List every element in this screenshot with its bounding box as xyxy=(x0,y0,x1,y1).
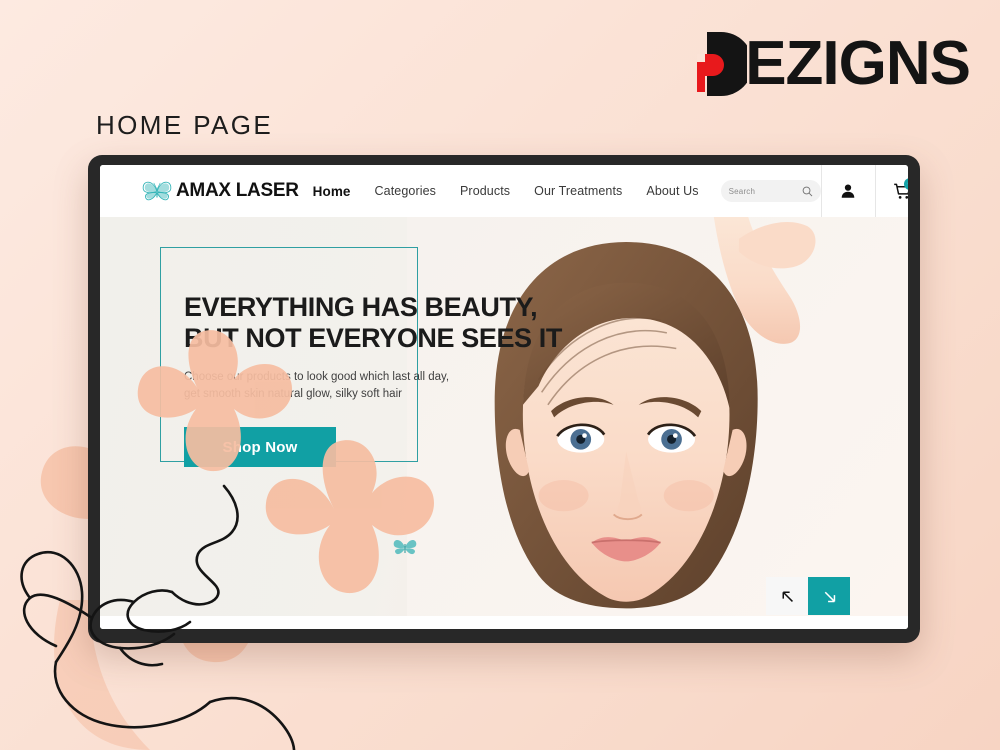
nav-link-about-us[interactable]: About Us xyxy=(646,184,698,198)
nav-link-home[interactable]: Home xyxy=(313,184,351,199)
arrow-down-right-icon xyxy=(824,591,835,602)
account-icon xyxy=(841,184,855,198)
shop-now-button[interactable]: Shop Now xyxy=(184,427,336,468)
hero-title-line-1: EVERYTHING HAS BEAUTY, xyxy=(184,292,538,322)
carousel-prev-button[interactable] xyxy=(766,577,808,615)
hero-subtitle-line-1: Choose our products to look good which l… xyxy=(184,370,426,383)
website-screen: AMAX LASER Home Categories Products Our … xyxy=(100,165,908,629)
nav-link-categories[interactable]: Categories xyxy=(375,184,436,198)
carousel-next-button[interactable] xyxy=(808,577,850,615)
hero-title-line-2: BUT NOT EVERYONE SEES IT xyxy=(184,323,562,354)
account-button[interactable] xyxy=(820,165,875,217)
site-logo-text: AMAX LASER xyxy=(176,180,299,201)
hero-bottom-strip xyxy=(100,616,908,629)
navbar-left-group: AMAX LASER Home Categories Products Our … xyxy=(100,165,821,217)
search-box[interactable]: Search xyxy=(720,180,821,202)
butterfly-icon xyxy=(393,539,417,555)
butterfly-icon xyxy=(142,181,172,201)
hero-section: EVERYTHING HAS BEAUTY, BUT NOT EVERYONE … xyxy=(100,217,908,629)
brand-wordmark: EZIGNS xyxy=(745,29,971,98)
cart-button[interactable]: 0 xyxy=(874,165,908,217)
search-input[interactable]: Search xyxy=(729,187,798,196)
nav-links: Home Categories Products Our Treatments … xyxy=(313,184,699,199)
search-icon[interactable] xyxy=(802,186,813,197)
laptop-mockup-frame: AMAX LASER Home Categories Products Our … xyxy=(88,155,920,643)
site-navbar: AMAX LASER Home Categories Products Our … xyxy=(100,165,908,217)
p-mark-icon xyxy=(697,32,748,96)
navbar-actions: 0 xyxy=(820,165,908,217)
hero-content: EVERYTHING HAS BEAUTY, BUT NOT EVERYONE … xyxy=(184,292,604,468)
hero-carousel-nav xyxy=(766,577,850,615)
arrow-up-left-icon xyxy=(782,591,793,602)
nav-link-products[interactable]: Products xyxy=(460,184,510,198)
dezigns-brand-logo: EZIGNS xyxy=(691,28,971,100)
site-logo[interactable]: AMAX LASER xyxy=(140,178,299,204)
nav-link-our-treatments[interactable]: Our Treatments xyxy=(534,184,622,198)
page-title: HOME PAGE xyxy=(96,110,274,140)
